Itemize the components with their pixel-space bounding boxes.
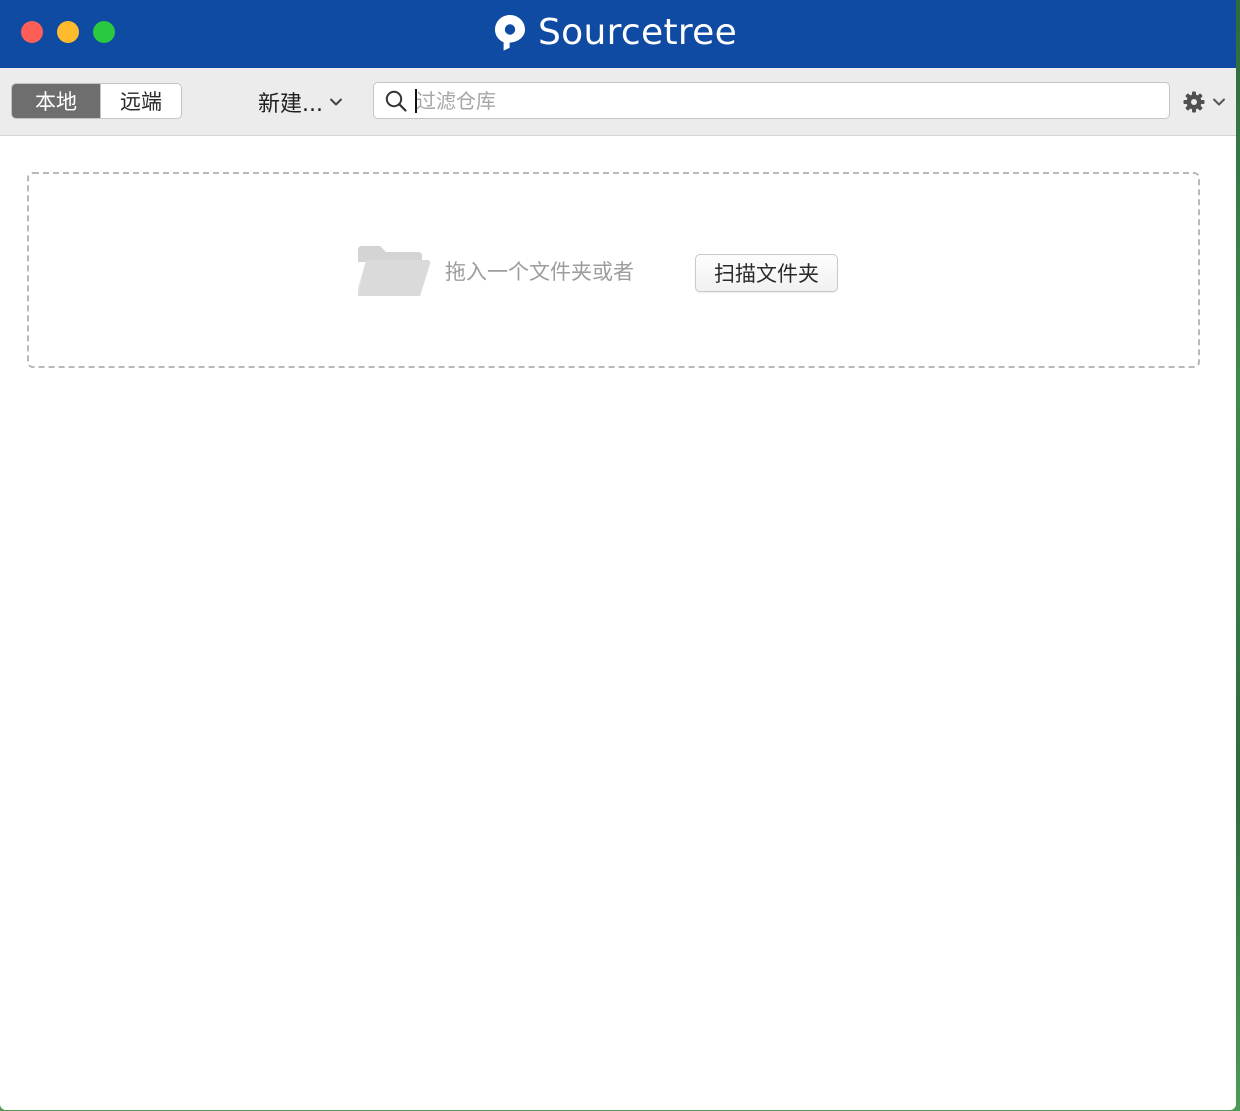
sourcetree-window: Sourcetree 本地 远端 新建... 过滤仓库 拖入一个文件夹或者 扫描… [0, 0, 1236, 1110]
scan-folder-button[interactable]: 扫描文件夹 [695, 254, 838, 292]
settings-dropdown-button[interactable] [1182, 90, 1226, 114]
tab-local[interactable]: 本地 [12, 84, 100, 118]
repository-filter-input[interactable] [416, 83, 1156, 118]
repository-filter-field[interactable] [373, 82, 1170, 119]
drop-hint-text: 拖入一个文件夹或者 [445, 260, 634, 284]
app-title: Sourcetree [494, 8, 737, 58]
minimize-window-button[interactable] [57, 21, 79, 43]
chevron-down-icon [1213, 98, 1225, 106]
toolbar: 本地 远端 新建... [0, 68, 1236, 136]
folder-drop-zone[interactable]: 拖入一个文件夹或者 扫描文件夹 [27, 172, 1200, 368]
folder-icon [358, 246, 431, 296]
tab-remote[interactable]: 远端 [100, 84, 181, 118]
close-window-button[interactable] [21, 21, 43, 43]
new-repository-label: 新建... [258, 92, 323, 117]
title-bar[interactable]: Sourcetree [0, 0, 1236, 68]
search-icon [385, 90, 407, 112]
chevron-down-icon [329, 98, 342, 106]
gear-icon [1183, 91, 1205, 113]
location-segmented-control: 本地 远端 [11, 83, 182, 119]
maximize-window-button[interactable] [93, 21, 115, 43]
new-repository-dropdown[interactable]: 新建... [258, 87, 343, 117]
app-title-text: Sourcetree [538, 12, 738, 53]
sourcetree-logo-icon [495, 15, 525, 51]
